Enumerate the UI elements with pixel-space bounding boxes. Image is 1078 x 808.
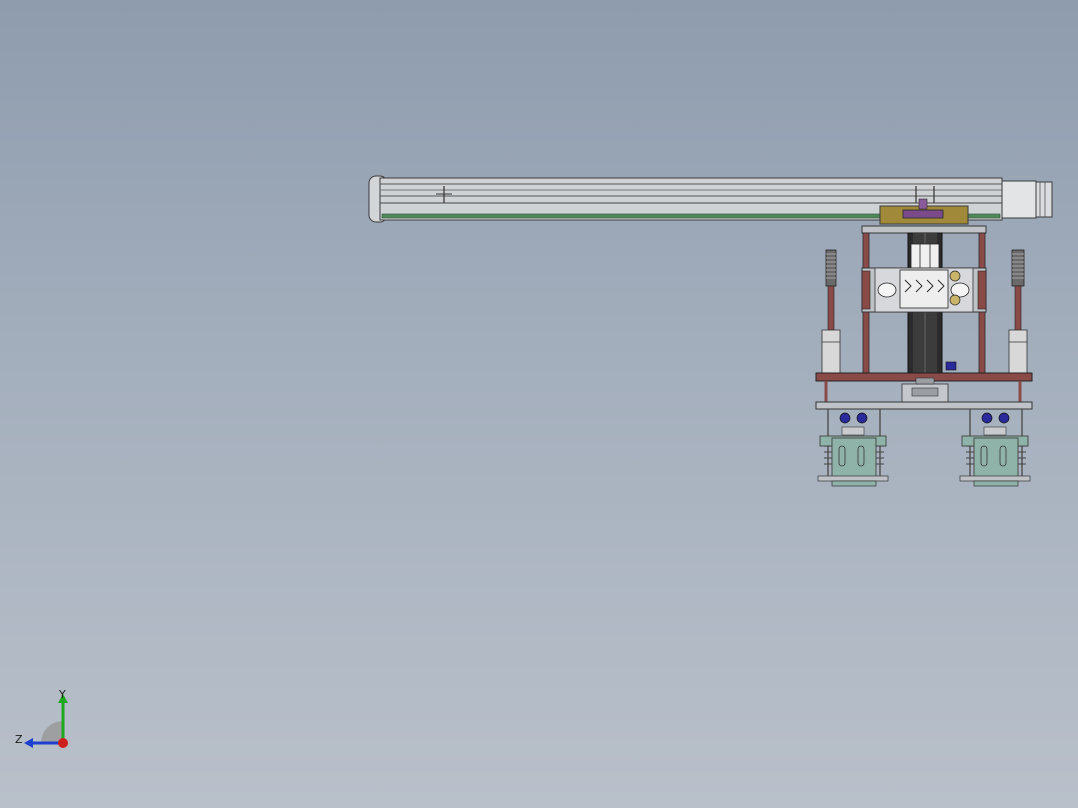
right-gripper[interactable] [959, 409, 1031, 487]
cad-viewport[interactable]: Y Z [0, 0, 1078, 808]
air-fitting-icon [998, 412, 1010, 424]
rail-motor [1001, 180, 1037, 219]
air-fitting-icon [839, 412, 851, 424]
x-axis-dot [58, 738, 68, 748]
rail-motor-cap [1035, 181, 1053, 218]
z-axis-label: Z [15, 733, 23, 746]
cad-model[interactable] [0, 0, 1078, 808]
y-axis-label: Y [58, 688, 66, 701]
mid-clamp-plate[interactable] [861, 267, 987, 313]
left-gripper[interactable] [817, 409, 889, 487]
carriage-mark [902, 209, 944, 219]
air-fitting-icon [856, 412, 868, 424]
top-frame-plate [861, 225, 987, 234]
air-fitting-icon [981, 412, 993, 424]
gripper-mount-plate [815, 401, 1033, 410]
orientation-triad[interactable]: Y Z [10, 686, 80, 756]
sensor-icon [945, 361, 957, 371]
center-hub [901, 377, 949, 403]
